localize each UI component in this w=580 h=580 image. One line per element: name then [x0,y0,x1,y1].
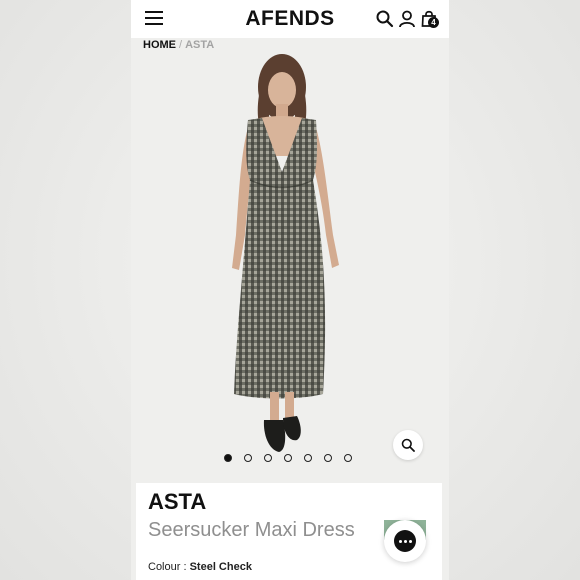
colour-line: Colour : Steel Check [148,561,252,573]
product-photo[interactable] [131,40,449,470]
colour-label: Colour : [148,561,190,573]
product-subtitle: Seersucker Maxi Dress [148,519,355,541]
gallery-dot[interactable] [304,454,312,462]
magnifier-icon[interactable] [393,430,423,460]
gallery-dot[interactable] [224,454,232,462]
breadcrumb: HOME / ASTA [143,39,214,51]
gallery-dot[interactable] [284,454,292,462]
colour-value: Steel Check [189,561,252,573]
breadcrumb-separator: / [179,39,183,51]
mobile-page: AFENDS 4 HOME / ASTA ASTA Seersucker Max… [131,0,449,580]
gallery-dot[interactable] [244,454,252,462]
breadcrumb-current: ASTA [185,39,215,51]
breadcrumb-home-link[interactable]: HOME [143,39,176,51]
chat-icon[interactable] [384,520,426,562]
gallery-dot[interactable] [264,454,272,462]
cart-count-badge: 4 [428,17,439,28]
product-name: ASTA [148,489,207,514]
user-icon[interactable] [397,9,417,29]
gallery-dot[interactable] [344,454,352,462]
site-header: AFENDS 4 [131,0,449,38]
search-icon[interactable] [375,9,395,29]
gallery-dot[interactable] [324,454,332,462]
